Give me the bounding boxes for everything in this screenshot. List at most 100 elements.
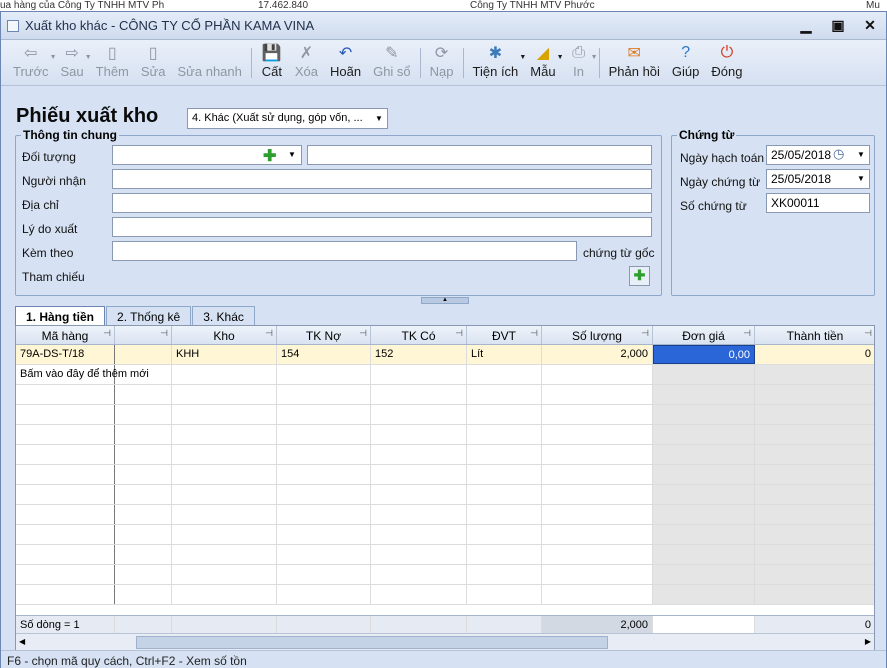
table-cell[interactable] <box>371 565 467 584</box>
table-cell[interactable] <box>277 445 371 464</box>
table-cell[interactable] <box>16 525 115 544</box>
table-cell[interactable] <box>371 405 467 424</box>
doi-tuong-name-field[interactable] <box>307 145 652 165</box>
table-cell[interactable] <box>115 565 172 584</box>
table-cell[interactable] <box>467 525 542 544</box>
table-cell[interactable] <box>277 385 371 404</box>
table-cell[interactable] <box>277 365 371 384</box>
table-cell[interactable] <box>542 565 653 584</box>
table-cell[interactable] <box>277 485 371 504</box>
table-cell[interactable] <box>115 465 172 484</box>
table-cell[interactable] <box>467 365 542 384</box>
nguoi-nhan-field[interactable] <box>112 169 652 189</box>
table-cell[interactable]: 154 <box>277 345 371 364</box>
tab-3[interactable]: 3. Khác <box>192 306 255 326</box>
table-cell[interactable] <box>371 545 467 564</box>
toolbar-button-7[interactable]: ↶ Hoãn <box>324 40 367 79</box>
table-cell[interactable] <box>172 405 277 424</box>
table-cell[interactable] <box>755 565 874 584</box>
column-header[interactable]: Số lượng ⊣ <box>542 326 653 344</box>
table-cell[interactable] <box>371 525 467 544</box>
empty-row[interactable] <box>16 485 874 505</box>
table-cell[interactable] <box>115 385 172 404</box>
table-cell[interactable] <box>755 365 874 384</box>
table-cell[interactable] <box>16 565 115 584</box>
table-cell[interactable] <box>755 465 874 484</box>
table-cell[interactable] <box>371 365 467 384</box>
add-row[interactable]: Bấm vào đây để thêm mới <box>16 365 874 385</box>
table-cell[interactable] <box>653 445 755 464</box>
empty-row[interactable] <box>16 445 874 465</box>
column-header[interactable]: Đơn giá ⊣ <box>653 326 755 344</box>
table-cell[interactable] <box>277 565 371 584</box>
chevron-down-icon[interactable]: ▼ <box>857 174 865 183</box>
table-cell[interactable] <box>16 465 115 484</box>
table-cell[interactable] <box>115 485 172 504</box>
table-cell[interactable] <box>653 465 755 484</box>
table-cell[interactable] <box>172 365 277 384</box>
toolbar-button-12[interactable]: ⎙ In ▼ <box>562 40 598 79</box>
table-cell[interactable] <box>653 385 755 404</box>
scroll-right-icon[interactable]: ▶ <box>865 637 871 646</box>
table-cell[interactable] <box>653 425 755 444</box>
table-cell[interactable]: 152 <box>371 345 467 364</box>
table-cell[interactable] <box>755 425 874 444</box>
table-cell[interactable] <box>755 385 874 404</box>
table-cell[interactable] <box>115 405 172 424</box>
table-cell[interactable]: KHH <box>172 345 277 364</box>
table-cell[interactable] <box>277 465 371 484</box>
scroll-left-icon[interactable]: ◀ <box>19 637 25 646</box>
pin-icon[interactable]: ⊣ <box>359 328 367 339</box>
toolbar-button-3[interactable]: ▯ Sửa <box>135 40 172 79</box>
table-cell[interactable] <box>542 485 653 504</box>
table-cell[interactable] <box>755 585 874 604</box>
kem-theo-field[interactable] <box>112 241 577 261</box>
table-cell[interactable] <box>467 465 542 484</box>
toolbar-button-1[interactable]: ⇨ Sau ▼ <box>55 40 92 79</box>
toolbar-button-14[interactable]: ? Giúp <box>666 40 705 79</box>
table-cell[interactable] <box>542 585 653 604</box>
empty-row[interactable] <box>16 385 874 405</box>
table-cell[interactable] <box>653 585 755 604</box>
ngay-chung-tu-field[interactable]: 25/05/2018 <box>766 169 870 189</box>
table-cell[interactable] <box>115 585 172 604</box>
table-cell[interactable] <box>755 405 874 424</box>
table-cell[interactable]: 0,00 <box>653 345 755 364</box>
table-cell[interactable] <box>542 525 653 544</box>
pin-icon[interactable]: ⊣ <box>641 328 649 339</box>
minimize-button[interactable]: ▁ <box>790 17 822 34</box>
empty-row[interactable] <box>16 425 874 445</box>
table-cell[interactable] <box>371 425 467 444</box>
dia-chi-field[interactable] <box>112 193 652 213</box>
chevron-down-icon[interactable]: ▼ <box>591 54 598 61</box>
table-cell[interactable] <box>371 465 467 484</box>
maximize-button[interactable]: ▣ <box>822 17 854 34</box>
table-cell[interactable] <box>371 505 467 524</box>
pin-icon[interactable]: ⊣ <box>160 328 168 339</box>
table-cell[interactable] <box>277 585 371 604</box>
pin-icon[interactable]: ⊣ <box>455 328 463 339</box>
table-cell[interactable] <box>467 385 542 404</box>
tab-1[interactable]: 1. Hàng tiền <box>15 306 106 326</box>
empty-row[interactable] <box>16 505 874 525</box>
chevron-down-icon[interactable]: ▼ <box>288 150 296 159</box>
pin-icon[interactable]: ⊣ <box>864 328 872 339</box>
table-cell[interactable] <box>277 505 371 524</box>
table-cell[interactable] <box>542 465 653 484</box>
table-cell[interactable] <box>16 585 115 604</box>
empty-row[interactable] <box>16 465 874 485</box>
table-cell[interactable] <box>542 445 653 464</box>
table-cell[interactable] <box>172 485 277 504</box>
table-cell[interactable] <box>653 365 755 384</box>
pin-icon[interactable]: ⊣ <box>265 328 273 339</box>
pin-icon[interactable]: ⊣ <box>103 328 111 339</box>
add-plus-icon[interactable]: ✚ <box>263 146 276 166</box>
table-cell[interactable] <box>653 545 755 564</box>
toolbar-button-13[interactable]: ✉ Phản hồi <box>603 40 666 79</box>
toolbar-button-0[interactable]: ⇦ Trước ▼ <box>7 40 57 79</box>
table-cell[interactable] <box>115 345 172 364</box>
table-cell[interactable] <box>542 545 653 564</box>
table-cell[interactable] <box>467 565 542 584</box>
table-cell[interactable] <box>755 445 874 464</box>
toolbar-button-15[interactable]: ⏻ Đóng <box>705 40 748 79</box>
